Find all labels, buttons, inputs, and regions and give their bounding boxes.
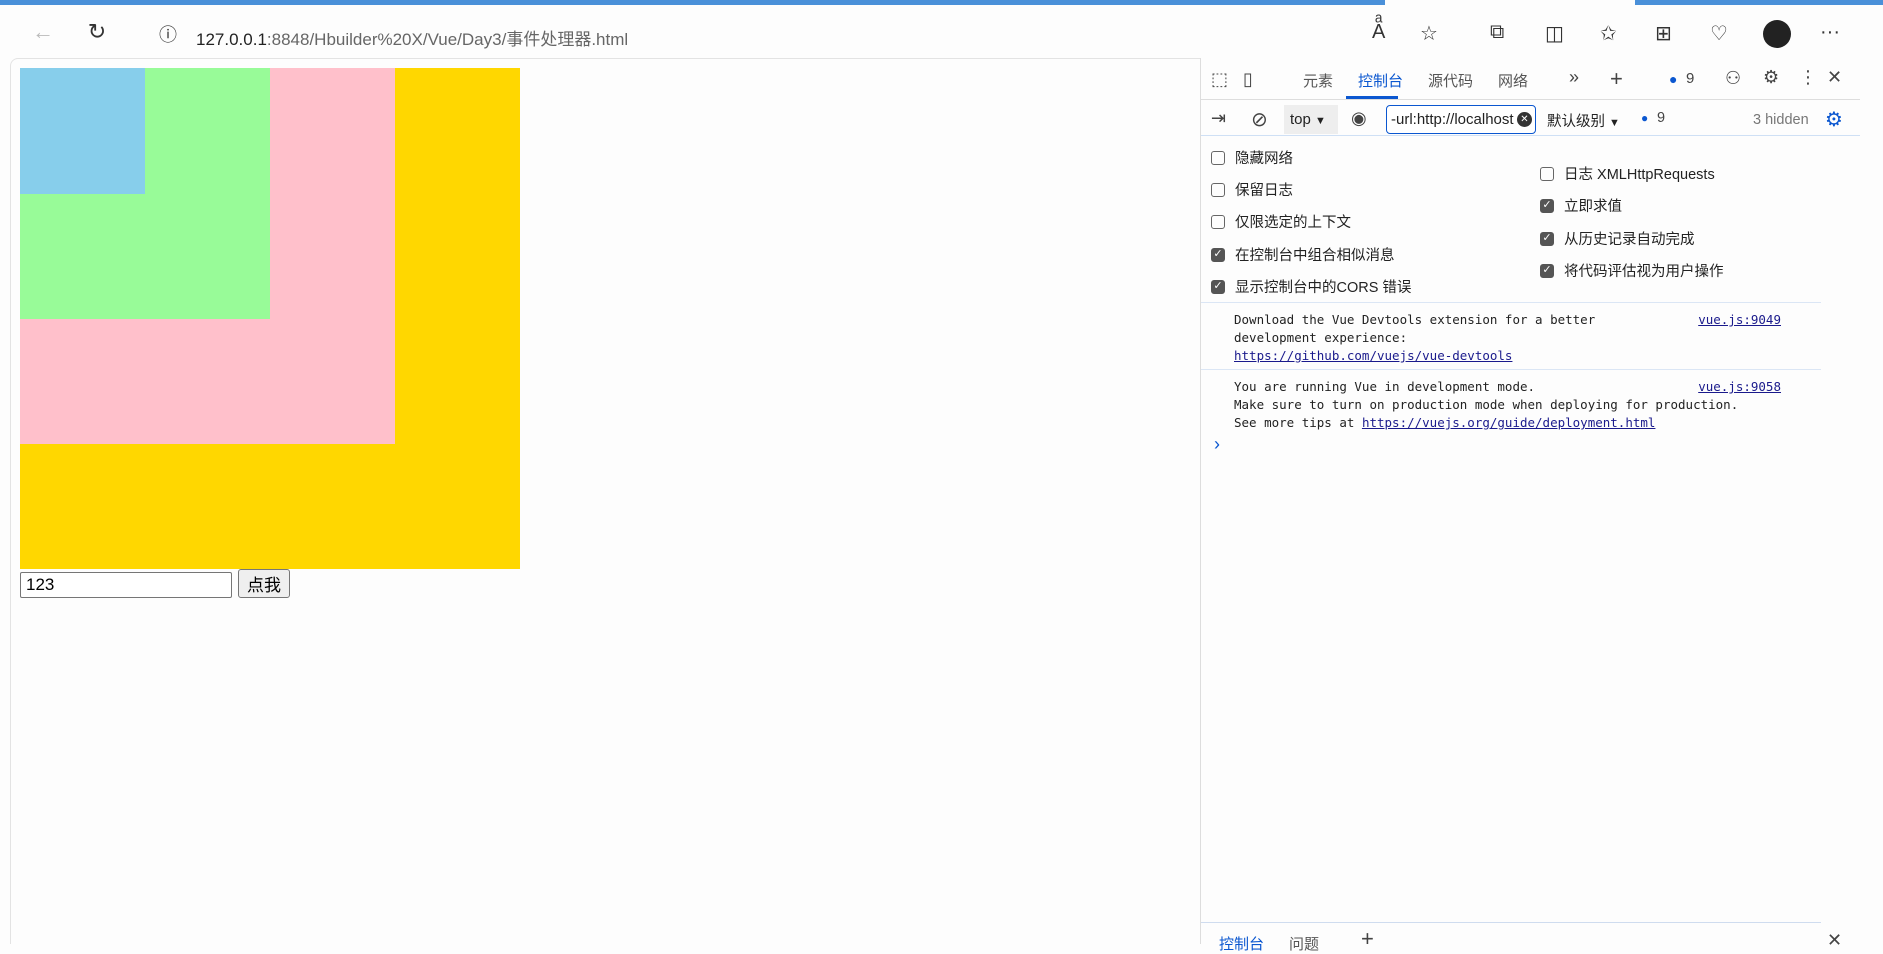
- checkbox-checked[interactable]: ✓: [1540, 231, 1554, 246]
- checkbox[interactable]: [1211, 150, 1225, 165]
- console-messages: vue.js:9049 Download the Vue Devtools ex…: [1201, 302, 1821, 436]
- live-expression-eye-icon[interactable]: ◉: [1351, 108, 1367, 129]
- setting-label: 显示控制台中的CORS 错误: [1235, 280, 1412, 296]
- message-link[interactable]: https://github.com/vuejs/vue-devtools: [1234, 348, 1512, 363]
- click-me-button[interactable]: 点我: [238, 569, 290, 598]
- checkbox[interactable]: [1540, 166, 1554, 181]
- more-icon[interactable]: ···: [1820, 21, 1840, 44]
- filter-count: 9: [1657, 110, 1666, 126]
- message-link[interactable]: https://vuejs.org/guide/deployment.html: [1362, 415, 1656, 430]
- filter-input[interactable]: -url:http://localhost ✕: [1386, 105, 1536, 134]
- text-input[interactable]: [20, 572, 232, 598]
- messages-icon: ●: [1641, 111, 1649, 125]
- checkbox-checked[interactable]: ✓: [1211, 247, 1225, 262]
- checkbox-checked[interactable]: ✓: [1540, 198, 1554, 213]
- log-level-value: 默认级别: [1547, 114, 1605, 130]
- blue-box[interactable]: [20, 68, 145, 194]
- setting-hide-network[interactable]: 隐藏网络: [1211, 147, 1293, 168]
- settings-gear-icon[interactable]: ⚙: [1763, 67, 1779, 88]
- console-prompt-icon[interactable]: ›: [1214, 434, 1220, 455]
- console-message: vue.js:9049 Download the Vue Devtools ex…: [1201, 303, 1821, 370]
- console-toolbar: ⇥ ⊘ top ▼ ◉ -url:http://localhost ✕ 默认级别 …: [1201, 102, 1861, 136]
- browser-toolbar: ← ↻ ⓘ 127.0.0.1:8848/Hbuilder%20X/Vue/Da…: [0, 5, 1883, 57]
- devtools-panel: ⬚ ▯ 元素 控制台 源代码 网络 » + ● 9 ⚇ ⚙ ⋮ ✕ ⇥ ⊘ to…: [1200, 58, 1861, 953]
- hidden-count: 3 hidden: [1753, 112, 1809, 128]
- setting-label: 隐藏网络: [1235, 151, 1293, 167]
- setting-label: 将代码评估视为用户操作: [1564, 264, 1724, 280]
- setting-autocomplete-history[interactable]: ✓ 从历史记录自动完成: [1540, 228, 1695, 249]
- console-settings-icon[interactable]: ⚙: [1825, 107, 1843, 132]
- extensions-icon[interactable]: ⧉: [1490, 21, 1504, 44]
- setting-user-activation[interactable]: ✓ 将代码评估视为用户操作: [1540, 260, 1724, 281]
- setting-selected-context-only[interactable]: 仅限选定的上下文: [1211, 211, 1351, 232]
- browser-essentials-icon[interactable]: ♡: [1710, 21, 1728, 46]
- source-link[interactable]: vue.js:9058: [1698, 378, 1781, 396]
- more-tabs-icon[interactable]: »: [1569, 67, 1579, 88]
- setting-eager-evaluation[interactable]: ✓ 立即求值: [1540, 195, 1622, 216]
- setting-label: 日志 XMLHttpRequests: [1564, 167, 1715, 183]
- chevron-down-icon: ▼: [1609, 117, 1620, 129]
- browser-sidebar: [1860, 58, 1883, 944]
- info-icon[interactable]: ⓘ: [153, 21, 183, 47]
- drawer-close-icon[interactable]: ✕: [1827, 930, 1842, 951]
- setting-label: 在控制台中组合相似消息: [1235, 248, 1395, 264]
- split-screen-icon[interactable]: ◫: [1545, 21, 1564, 46]
- read-aloud-icon[interactable]: A͏ͣ: [1372, 21, 1385, 44]
- context-select[interactable]: top ▼: [1284, 105, 1338, 134]
- setting-label: 从历史记录自动完成: [1564, 232, 1695, 248]
- device-toolbar-icon[interactable]: ▯: [1243, 69, 1253, 90]
- checkbox[interactable]: [1211, 182, 1225, 197]
- active-tab-indicator: [1346, 96, 1398, 99]
- url-text[interactable]: 127.0.0.1:8848/Hbuilder%20X/Vue/Day3/事件处…: [196, 25, 628, 50]
- tab-console[interactable]: 控制台: [1358, 70, 1403, 91]
- tab-sources[interactable]: 源代码: [1428, 70, 1473, 91]
- setting-label: 仅限选定的上下文: [1235, 215, 1351, 231]
- feedback-icon[interactable]: ⚇: [1725, 68, 1741, 89]
- log-level-select[interactable]: 默认级别 ▼: [1547, 110, 1620, 131]
- devtools-tabs: ⬚ ▯ 元素 控制台 源代码 网络 » + ● 9 ⚇ ⚙ ⋮ ✕: [1201, 58, 1861, 100]
- setting-label: 立即求值: [1564, 199, 1622, 215]
- messages-icon[interactable]: ●: [1669, 71, 1677, 87]
- collections-icon[interactable]: ⊞: [1655, 21, 1672, 46]
- setting-label: 保留日志: [1235, 183, 1293, 199]
- setting-group-similar[interactable]: ✓ 在控制台中组合相似消息: [1211, 244, 1395, 265]
- chevron-down-icon: ▼: [1315, 115, 1326, 127]
- url-path: :8848/Hbuilder%20X/Vue/Day3/事件处理器.html: [266, 30, 629, 49]
- drawer-add-icon[interactable]: +: [1361, 926, 1374, 952]
- more-options-icon[interactable]: ⋮: [1799, 67, 1817, 88]
- message-text: development experience:: [1234, 330, 1408, 345]
- close-devtools-icon[interactable]: ✕: [1827, 67, 1842, 88]
- drawer-divider[interactable]: [1201, 922, 1821, 923]
- message-count[interactable]: 9: [1686, 70, 1694, 87]
- reload-icon[interactable]: ↻: [82, 19, 112, 45]
- back-icon[interactable]: ←: [28, 19, 58, 45]
- context-value: top: [1290, 111, 1311, 128]
- setting-log-xhr[interactable]: 日志 XMLHttpRequests: [1540, 163, 1715, 184]
- clear-console-icon[interactable]: ⊘: [1251, 107, 1268, 132]
- message-text: Make sure to turn on production mode whe…: [1234, 397, 1739, 412]
- console-message: vue.js:9058 You are running Vue in devel…: [1201, 370, 1821, 436]
- message-text: See more tips at: [1234, 415, 1362, 430]
- add-tab-icon[interactable]: +: [1610, 66, 1623, 92]
- setting-preserve-log[interactable]: 保留日志: [1211, 179, 1293, 200]
- filter-value: -url:http://localhost: [1391, 111, 1514, 128]
- tab-elements[interactable]: 元素: [1303, 70, 1333, 91]
- inspect-element-icon[interactable]: ⬚: [1211, 69, 1228, 90]
- tab-network[interactable]: 网络: [1498, 70, 1528, 91]
- favorite-star-icon[interactable]: ☆: [1420, 21, 1438, 46]
- checkbox-checked[interactable]: ✓: [1540, 263, 1554, 278]
- clear-filter-icon[interactable]: ✕: [1517, 112, 1532, 127]
- checkbox[interactable]: [1211, 214, 1225, 229]
- profile-avatar[interactable]: [1763, 20, 1791, 48]
- sidebar-toggle-icon[interactable]: ⇥: [1211, 108, 1226, 129]
- favorites-icon[interactable]: ✩: [1600, 21, 1617, 46]
- source-link[interactable]: vue.js:9049: [1698, 311, 1781, 329]
- url-host: 127.0.0.1: [196, 30, 267, 49]
- checkbox-checked[interactable]: ✓: [1211, 279, 1225, 294]
- setting-show-cors-errors[interactable]: ✓ 显示控制台中的CORS 错误: [1211, 276, 1411, 297]
